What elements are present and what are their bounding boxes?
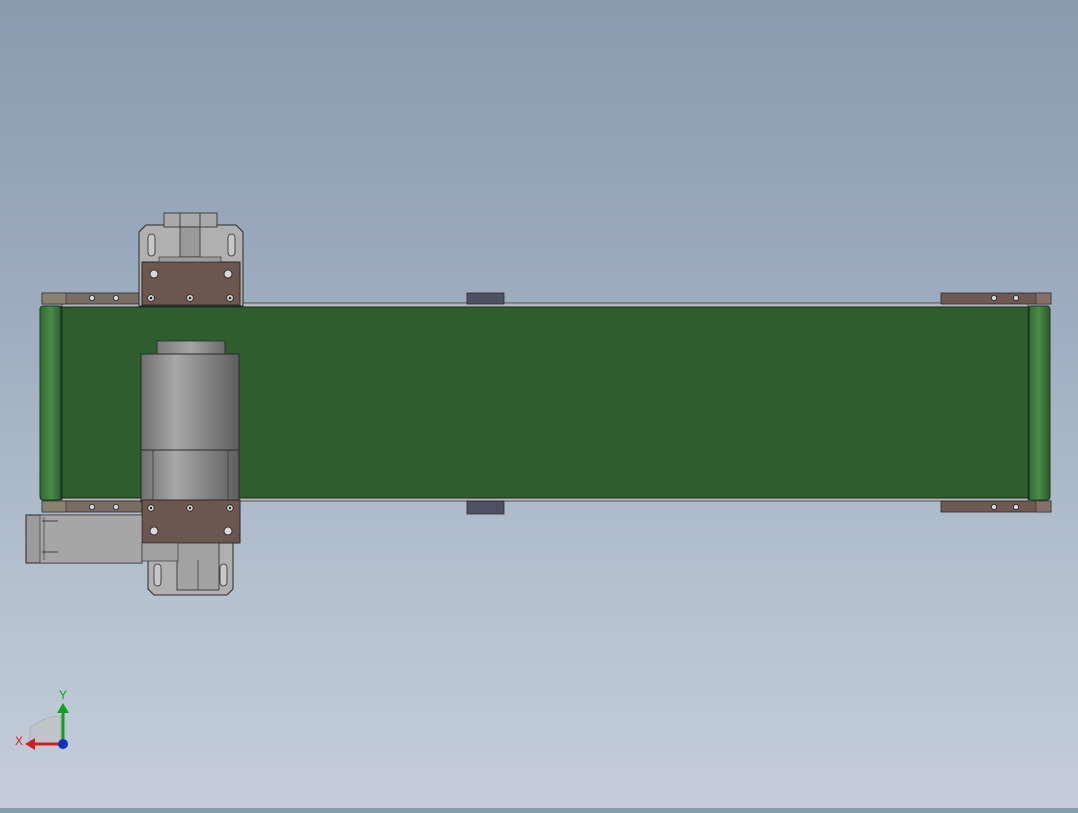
top-motor-mount[interactable] (138, 212, 244, 307)
y-axis-arrow (57, 703, 69, 713)
right-bottom-end-bracket[interactable] (940, 500, 1052, 513)
3d-viewport[interactable]: Y X (0, 0, 1078, 808)
left-end-roller[interactable] (39, 305, 63, 501)
right-top-end-bracket[interactable] (940, 292, 1052, 305)
left-top-end-bracket[interactable] (41, 292, 143, 305)
x-axis-label: X (15, 734, 23, 748)
model-canvas[interactable]: Y X (0, 0, 1078, 808)
bottom-middle-clamp[interactable] (466, 500, 505, 515)
z-axis-dot (58, 739, 68, 749)
top-middle-clamp[interactable] (466, 292, 505, 305)
left-bottom-end-bracket[interactable] (41, 500, 143, 513)
right-end-roller[interactable] (1027, 305, 1051, 501)
y-axis-label: Y (59, 688, 67, 702)
drive-motor[interactable] (140, 340, 240, 503)
coordinate-triad: Y X (15, 688, 69, 750)
